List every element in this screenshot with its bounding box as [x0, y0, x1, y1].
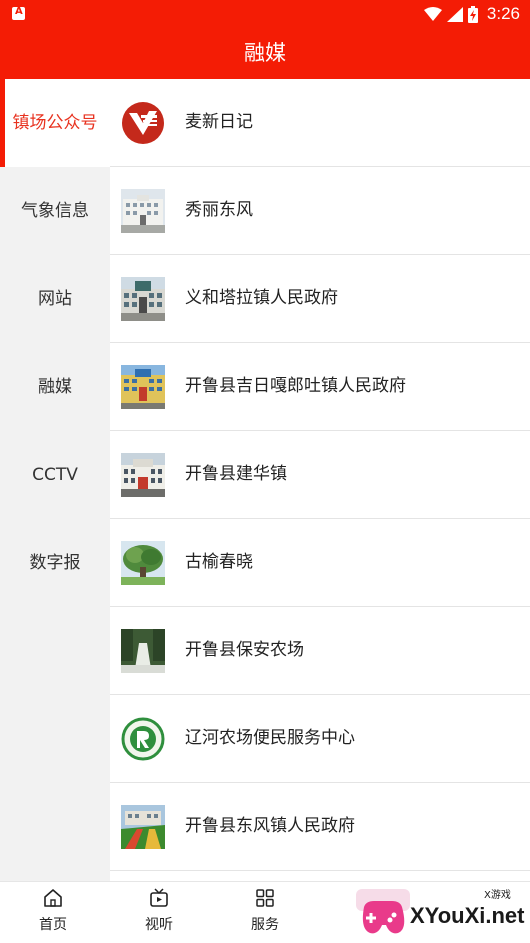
list-item[interactable]: 开鲁县保安农场 [110, 607, 530, 695]
sidebar-item-digital-paper[interactable]: 数字报 [0, 519, 110, 607]
gamepad-logo-icon [356, 889, 410, 934]
list-item-label: 开鲁县东风镇人民政府 [185, 816, 355, 836]
sidebar-item-websites[interactable]: 网站 [0, 255, 110, 343]
home-icon [44, 889, 62, 907]
nav-home[interactable]: 首页 [0, 882, 106, 943]
list-item[interactable]: 开鲁县吉日嘎郎吐镇人民政府 [110, 343, 530, 431]
red-logo-icon [121, 101, 165, 145]
status-bar: 3:26 [0, 0, 530, 28]
list-item-label: 秀丽东风 [185, 200, 253, 220]
building-photo [121, 453, 165, 497]
watermark-small-text: X游戏 [484, 890, 511, 901]
list-item[interactable]: 开鲁县建华镇 [110, 431, 530, 519]
tv-icon [150, 888, 168, 907]
signal-icon [446, 6, 463, 22]
nav-label: 视听 [145, 917, 173, 933]
list-item[interactable]: 古榆春晓 [110, 519, 530, 607]
account-list: 麦新日记 秀丽东风 义和塔拉镇人民政府 开鲁县吉日嘎郎吐镇人民政府 开鲁县建华镇… [110, 79, 530, 881]
sidebar-item-label: CCTV [32, 465, 78, 485]
sidebar-item-label: 融媒 [38, 377, 72, 397]
list-item-label: 麦新日记 [185, 112, 253, 132]
sidebar-item-cctv[interactable]: CCTV [0, 431, 110, 519]
list-item[interactable]: 义和塔拉镇人民政府 [110, 255, 530, 343]
watermark: X游戏 XYouXi.net [354, 883, 530, 942]
list-item-label: 古榆春晓 [185, 552, 253, 572]
green-emblem-icon [121, 717, 165, 761]
app-notification-icon [12, 6, 25, 20]
watermark-text: XYouXi.net [410, 903, 525, 928]
building-photo [121, 805, 165, 849]
building-photo [121, 189, 165, 233]
page-title: 融媒 [0, 28, 530, 79]
sidebar-item-label: 网站 [38, 289, 72, 309]
nav-audiovisual[interactable]: 视听 [106, 882, 212, 943]
list-item-label: 开鲁县建华镇 [185, 464, 287, 484]
sidebar-item-media[interactable]: 融媒 [0, 343, 110, 431]
building-photo [121, 365, 165, 409]
grid-icon [256, 889, 274, 907]
wifi-icon [423, 6, 442, 21]
sidebar-item-label: 镇场公众号 [12, 113, 98, 133]
sidebar-item-label: 数字报 [29, 553, 81, 573]
garden-photo [121, 629, 165, 673]
list-item[interactable]: 开鲁县东风镇人民政府 [110, 783, 530, 871]
list-item[interactable]: 辽河农场便民服务中心 [110, 695, 530, 783]
list-item[interactable]: 麦新日记 [110, 79, 530, 167]
list-item-label: 义和塔拉镇人民政府 [185, 288, 338, 308]
status-icons: 3:26 [423, 4, 520, 24]
category-sidebar: 镇场公众号 气象信息 网站 融媒 CCTV 数字报 [0, 79, 110, 881]
tree-photo [121, 541, 165, 585]
nav-label: 首页 [39, 917, 67, 933]
list-item[interactable]: 秀丽东风 [110, 167, 530, 255]
nav-label: 服务 [251, 917, 279, 933]
battery-icon [467, 5, 478, 23]
nav-services[interactable]: 服务 [212, 882, 318, 943]
sidebar-item-official-accounts[interactable]: 镇场公众号 [0, 79, 110, 167]
list-item-label: 开鲁县吉日嘎郎吐镇人民政府 [185, 376, 406, 396]
list-item-label: 辽河农场便民服务中心 [185, 728, 355, 748]
building-photo [121, 277, 165, 321]
sidebar-item-label: 气象信息 [21, 201, 89, 221]
list-item-label: 开鲁县保安农场 [185, 640, 304, 660]
status-time: 3:26 [486, 4, 520, 23]
sidebar-item-weather[interactable]: 气象信息 [0, 167, 110, 255]
